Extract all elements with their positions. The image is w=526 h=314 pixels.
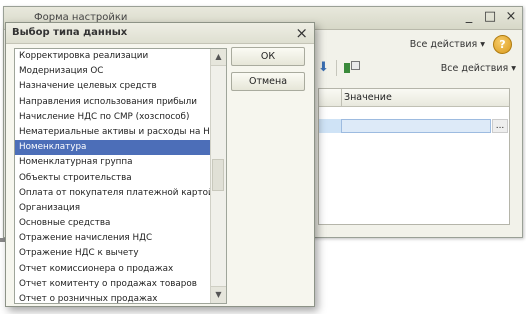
- list-item[interactable]: Направления использования прибыли: [15, 95, 211, 110]
- dialog-titlebar: Выбор типа данных ×: [6, 23, 314, 44]
- form-toolbar: Все действия ▾ ?: [410, 35, 512, 54]
- list-item[interactable]: Номенклатурная группа: [15, 155, 211, 170]
- value-cell[interactable]: [341, 119, 491, 133]
- list-item[interactable]: Отчет комиссионера о продажах: [15, 262, 211, 277]
- select-parameters-icon[interactable]: [343, 61, 360, 75]
- vertical-scrollbar[interactable]: ▲ ▼: [210, 49, 226, 303]
- choose-value-button[interactable]: ...: [492, 119, 508, 133]
- dialog-close-icon[interactable]: ×: [295, 24, 308, 42]
- list-item[interactable]: Модернизация ОС: [15, 64, 211, 79]
- close-icon[interactable]: ×: [504, 10, 518, 24]
- list-item[interactable]: Начисление НДС по СМР (хозспособ): [15, 110, 211, 125]
- list-item[interactable]: Корректировка реализации: [15, 49, 211, 64]
- parameters-table: Значение ...: [318, 88, 510, 225]
- list-item[interactable]: Нематериальные активы и расходы на НИ...: [15, 125, 211, 140]
- data-type-items: Корректировка реализации Модернизация ОС Н…: [15, 49, 211, 303]
- help-icon[interactable]: ?: [493, 35, 512, 54]
- list-item[interactable]: Отражение начисления НДС: [15, 231, 211, 246]
- maximize-icon[interactable]: □: [483, 10, 497, 24]
- list-item[interactable]: Основные средства: [15, 216, 211, 231]
- all-actions-menu[interactable]: Все действия ▾: [410, 39, 485, 50]
- table-all-actions-menu[interactable]: Все действия ▾: [441, 63, 516, 74]
- toolbar-separator: [336, 60, 337, 76]
- scroll-up-icon[interactable]: ▲: [211, 49, 226, 66]
- list-item[interactable]: Отчет о розничных продажах: [15, 292, 211, 303]
- list-item[interactable]: Объекты строительства: [15, 171, 211, 186]
- list-item[interactable]: Оплата от покупателя платежной картой: [15, 186, 211, 201]
- move-down-icon[interactable]: ⬇: [318, 61, 330, 74]
- list-item[interactable]: Назначение целевых средств: [15, 79, 211, 94]
- list-item[interactable]: Отчет комитенту о продажах товаров: [15, 277, 211, 292]
- data-type-list[interactable]: Корректировка реализации Модернизация ОС Н…: [14, 48, 227, 304]
- table-toolbar: ⬇ Все действия ▾: [318, 58, 516, 78]
- choose-data-type-dialog: Выбор типа данных × Корректировка реализ…: [5, 22, 315, 307]
- scroll-down-icon[interactable]: ▼: [211, 286, 226, 303]
- header-column-marker: [319, 89, 342, 106]
- ok-button[interactable]: ОК: [231, 47, 305, 66]
- list-item[interactable]: Организация: [15, 201, 211, 216]
- dialog-title: Выбор типа данных: [12, 27, 128, 38]
- table-row[interactable]: ...: [319, 119, 509, 133]
- cancel-button[interactable]: Отмена: [231, 72, 305, 91]
- minimize-icon[interactable]: _: [462, 10, 476, 24]
- list-item[interactable]: Номенклатура: [15, 140, 211, 156]
- list-item[interactable]: Отражение НДС к вычету: [15, 246, 211, 261]
- row-marker: [319, 119, 341, 133]
- table-header: Значение: [319, 89, 509, 107]
- scroll-thumb[interactable]: [212, 159, 224, 191]
- column-header-value[interactable]: Значение: [344, 92, 392, 103]
